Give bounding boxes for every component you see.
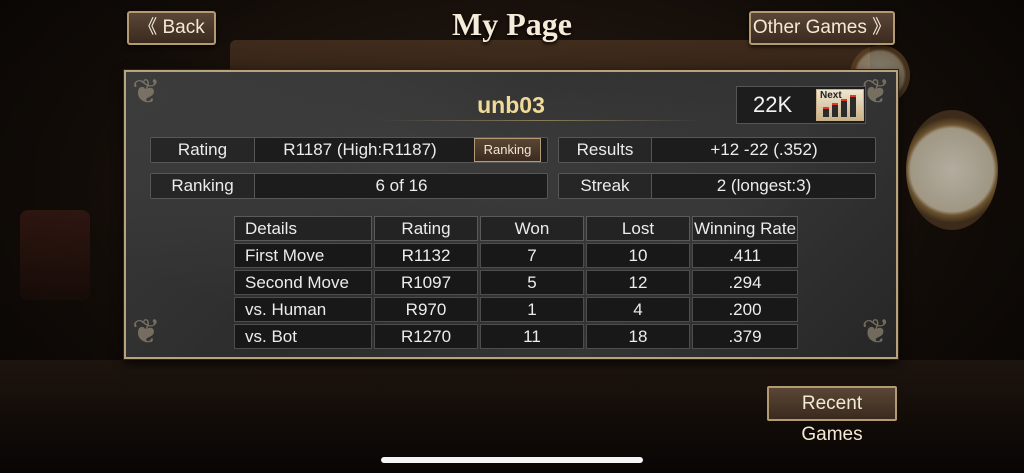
table-cell: 4	[586, 297, 690, 322]
other-games-button[interactable]: Other Games 》	[749, 11, 895, 45]
ranking-label: Ranking	[151, 174, 255, 198]
table-cell: .379	[692, 324, 798, 349]
table-cell: R1132	[374, 243, 478, 268]
table-cell: R970	[374, 297, 478, 322]
table-row: First Move R1132 7 10 .411	[234, 243, 798, 268]
table-cell: 11	[480, 324, 584, 349]
streak-field: Streak 2 (longest:3)	[558, 173, 876, 199]
table-row: vs. Human R970 1 4 .200	[234, 297, 798, 322]
table-cell: 18	[586, 324, 690, 349]
profile-panel: ❦ ❦ ❦ ❦ unb03 22K Next Rating R1187 (Hig…	[124, 70, 898, 359]
results-value: +12 -22 (.352)	[710, 140, 818, 159]
corner-ornament-icon: ❦	[861, 312, 891, 352]
table-cell: Second Move	[234, 270, 372, 295]
table-cell: 1	[480, 297, 584, 322]
column-header: Won	[480, 216, 584, 241]
streak-label: Streak	[559, 174, 652, 198]
recent-games-button[interactable]: Recent Games	[767, 386, 897, 445]
table-cell: .411	[692, 243, 798, 268]
bar-chart-icon	[841, 99, 847, 117]
ranking-value: 6 of 16	[375, 176, 428, 195]
table-cell: 12	[586, 270, 690, 295]
table-cell: vs. Bot	[234, 324, 372, 349]
table-header-row: Details Rating Won Lost Winning Rate	[234, 216, 798, 241]
username-divider	[381, 120, 701, 121]
details-table: Details Rating Won Lost Winning Rate Fir…	[232, 214, 800, 351]
background-prop	[20, 210, 90, 300]
table-cell: 7	[480, 243, 584, 268]
rating-value: R1187 (High:R1187)	[283, 140, 437, 159]
column-header: Details	[234, 216, 372, 241]
table-cell: .200	[692, 297, 798, 322]
ranking-field: Ranking 6 of 16	[150, 173, 548, 199]
table-cell: 10	[586, 243, 690, 268]
table-cell: .294	[692, 270, 798, 295]
column-header: Rating	[374, 216, 478, 241]
table-cell: R1097	[374, 270, 478, 295]
next-label: Next	[820, 90, 842, 101]
streak-value: 2 (longest:3)	[716, 176, 812, 195]
table-row: Second Move R1097 5 12 .294	[234, 270, 798, 295]
table-row: vs. Bot R1270 11 18 .379	[234, 324, 798, 349]
column-header: Lost	[586, 216, 690, 241]
column-header: Winning Rate	[692, 216, 798, 241]
background-clock	[906, 110, 998, 230]
corner-ornament-icon: ❦	[132, 312, 161, 352]
results-field: Results +12 -22 (.352)	[558, 137, 876, 163]
bar-chart-icon	[832, 103, 838, 117]
table-cell: 5	[480, 270, 584, 295]
bar-chart-icon	[850, 95, 856, 117]
ranking-button[interactable]: Ranking	[474, 138, 541, 162]
home-indicator[interactable]	[381, 457, 643, 463]
next-rank-icon[interactable]: Next	[816, 89, 864, 121]
results-label: Results	[559, 138, 652, 162]
table-cell: vs. Human	[234, 297, 372, 322]
bar-chart-icon	[823, 107, 829, 117]
table-cell: First Move	[234, 243, 372, 268]
table-cell: R1270	[374, 324, 478, 349]
rating-label: Rating	[151, 138, 255, 162]
